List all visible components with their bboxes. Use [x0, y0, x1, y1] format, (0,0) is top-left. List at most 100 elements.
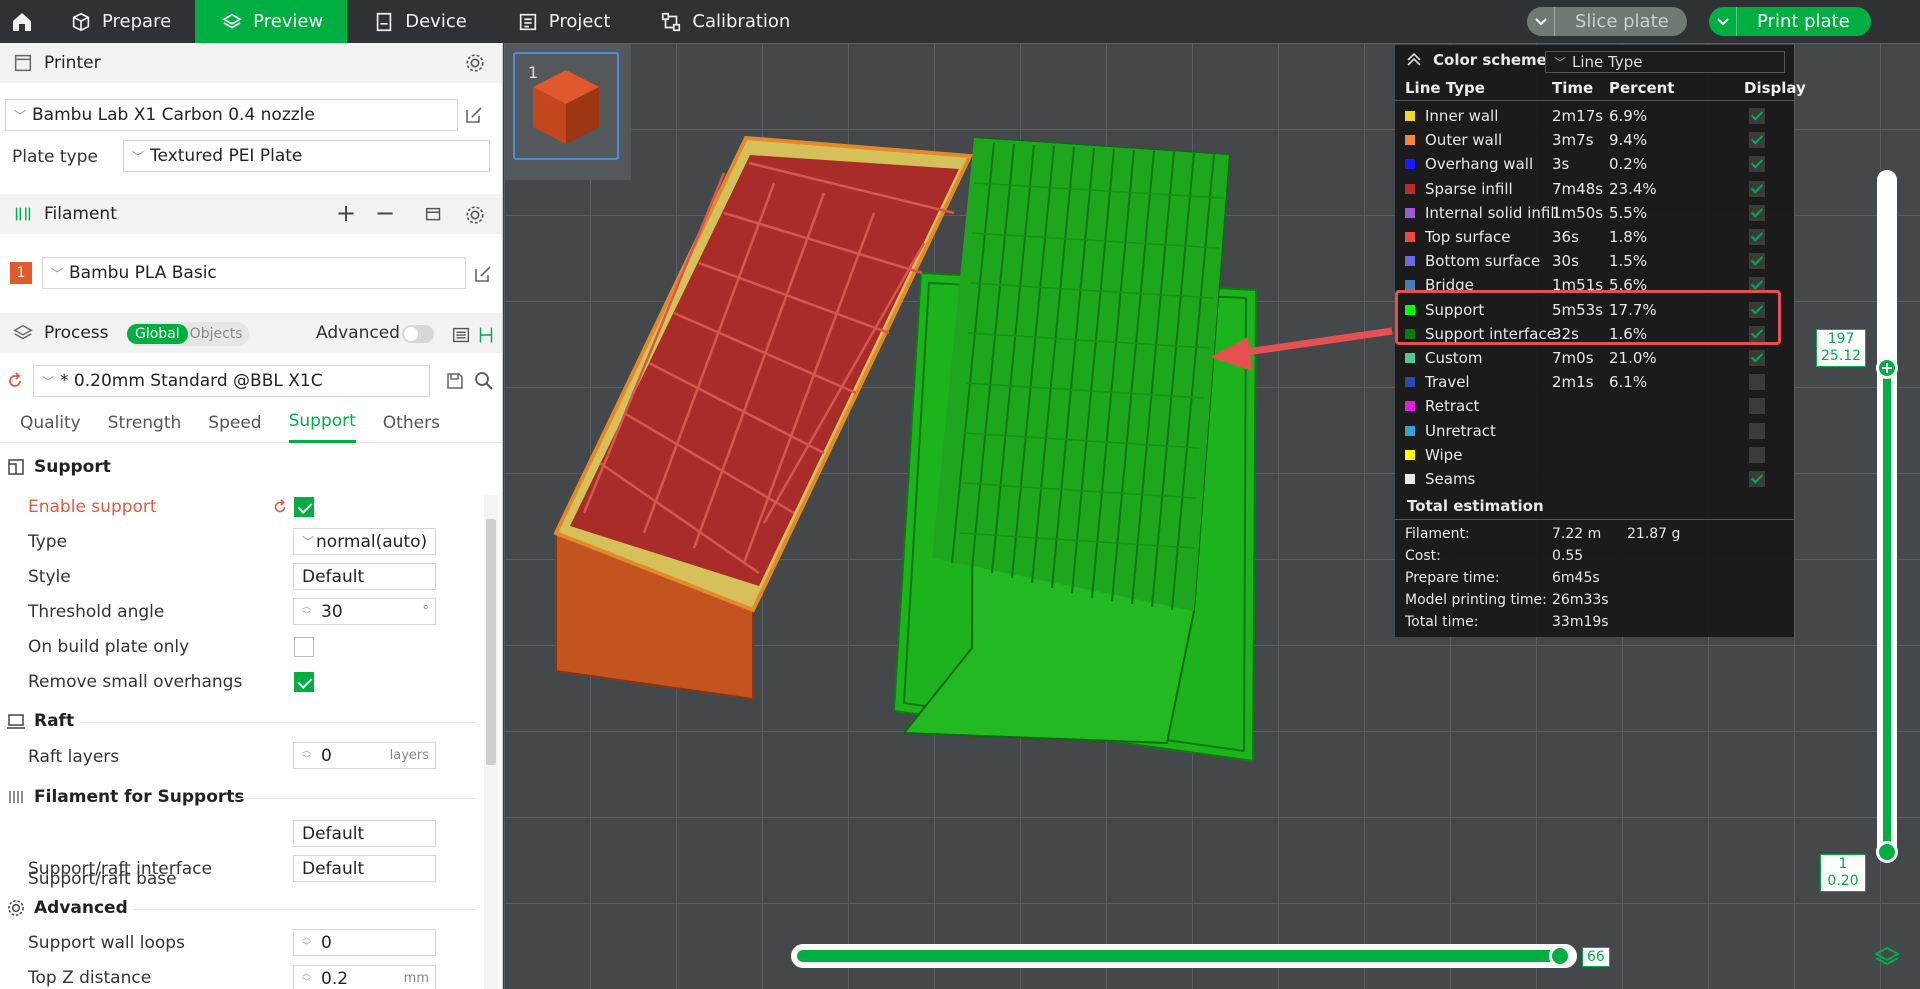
- top-z-distance-input[interactable]: ︿ ﹀ 0.2 mm: [293, 965, 436, 989]
- add-filament-button[interactable]: +: [336, 199, 356, 227]
- tab-device[interactable]: Device: [347, 0, 491, 43]
- plate-type-select[interactable]: ﹀ Textured PEI Plate: [123, 140, 490, 172]
- tab-preview[interactable]: Preview: [195, 0, 348, 43]
- edit-printer-icon[interactable]: [464, 105, 484, 125]
- reset-option-icon[interactable]: [271, 498, 289, 516]
- device-icon: [376, 12, 392, 31]
- tab-prepare[interactable]: Prepare: [44, 0, 195, 43]
- support-raft-interface-select[interactable]: Default: [293, 855, 436, 882]
- advanced-toggle[interactable]: [402, 325, 434, 343]
- chevron-down-icon: ﹀: [1554, 55, 1567, 70]
- global-objects-toggle[interactable]: Global Objects: [127, 322, 249, 346]
- support-raft-base-select[interactable]: Default: [293, 820, 436, 847]
- line-type-time: 7m0s: [1552, 349, 1594, 367]
- tab-others[interactable]: Others: [383, 403, 440, 443]
- tab-project[interactable]: Project: [491, 0, 635, 43]
- display-checkbox[interactable]: [1749, 229, 1765, 245]
- build-plate-only-checkbox[interactable]: [294, 637, 314, 657]
- threshold-angle-input[interactable]: ︿ ﹀ 30 °: [293, 598, 436, 625]
- color-swatch: [1405, 353, 1415, 363]
- col-time: Time: [1552, 79, 1594, 97]
- support-style-select[interactable]: Default: [293, 563, 436, 590]
- print-dropdown-icon[interactable]: [1709, 7, 1737, 36]
- support-type-select[interactable]: ﹀ normal(auto): [293, 528, 436, 555]
- list-view-icon[interactable]: [450, 324, 472, 346]
- stepper-arrows-icon[interactable]: ︿ ﹀: [302, 602, 311, 621]
- layer-slider-top-handle[interactable]: [1876, 357, 1898, 379]
- line-type-name: Retract: [1425, 397, 1480, 416]
- support-rows-highlight: [1395, 290, 1781, 345]
- edit-filament-icon[interactable]: [473, 264, 493, 284]
- color-swatch: [1405, 207, 1415, 218]
- chevron-down-icon: ﹀: [51, 266, 64, 281]
- tab-calibration[interactable]: Calibration: [634, 0, 814, 43]
- support-wall-loops-value: 0: [321, 932, 332, 953]
- tab-strength[interactable]: Strength: [108, 403, 182, 443]
- stepper-arrows-icon[interactable]: ︿ ﹀: [302, 933, 311, 952]
- save-preset-icon[interactable]: [445, 371, 465, 391]
- legend-row-custom: Custom 7m0s 21.0%: [1395, 346, 1794, 370]
- filament-supports-icon: [9, 791, 23, 803]
- tab-quality[interactable]: Quality: [20, 403, 81, 443]
- settings-scrollbar[interactable]: [484, 495, 498, 989]
- objects-toggle-option[interactable]: Objects: [188, 326, 243, 342]
- stepper-arrows-icon[interactable]: ︿ ﹀: [302, 969, 311, 988]
- total-time-label: Total time:: [1405, 614, 1479, 630]
- filament-sync-icon[interactable]: [423, 204, 445, 226]
- slice-dropdown-icon[interactable]: [1527, 7, 1555, 36]
- filament-select[interactable]: ﹀ Bambu PLA Basic: [42, 257, 466, 289]
- display-checkbox[interactable]: [1749, 398, 1765, 415]
- move-slider-handle[interactable]: [1549, 945, 1571, 967]
- stepper-arrows-icon[interactable]: ︿ ﹀: [302, 746, 311, 765]
- display-checkbox[interactable]: [1749, 253, 1765, 270]
- layer-slider-bottom-handle[interactable]: [1876, 841, 1898, 863]
- annotation-arrow: [1210, 327, 1393, 371]
- color-swatch: [1405, 159, 1415, 170]
- support-style-value: Default: [302, 566, 365, 587]
- raft-layers-input[interactable]: ︿ ﹀ 0 layers: [293, 742, 436, 769]
- slice-plate-button[interactable]: Slice plate: [1527, 7, 1687, 36]
- display-checkbox[interactable]: [1749, 471, 1765, 487]
- support-wall-loops-input[interactable]: ︿ ﹀ 0: [293, 929, 436, 956]
- filament-settings-gear-icon[interactable]: [464, 204, 486, 226]
- remove-small-overhangs-checkbox[interactable]: [294, 672, 314, 692]
- display-checkbox[interactable]: [1749, 374, 1765, 391]
- remove-filament-button[interactable]: −: [375, 199, 395, 227]
- layers-toggle-icon[interactable]: [1874, 946, 1900, 968]
- legend-row-outer-wall: Outer wall 3m7s 9.4%: [1395, 128, 1794, 152]
- slice-plate-label: Slice plate: [1575, 11, 1669, 32]
- compare-icon[interactable]: [475, 324, 497, 346]
- total-time-value: 33m19s: [1552, 614, 1609, 630]
- display-checkbox[interactable]: [1749, 108, 1765, 124]
- display-checkbox[interactable]: [1749, 204, 1765, 221]
- model-time-label: Model printing time:: [1405, 592, 1547, 608]
- home-button[interactable]: [0, 0, 44, 43]
- collapse-icon[interactable]: [1407, 53, 1421, 67]
- plate-thumbnail[interactable]: [505, 44, 631, 180]
- display-checkbox[interactable]: [1749, 446, 1765, 463]
- display-checkbox[interactable]: [1749, 180, 1765, 197]
- color-swatch: [1405, 183, 1415, 194]
- reset-icon[interactable]: [5, 371, 25, 391]
- print-plate-button[interactable]: Print plate: [1709, 7, 1871, 36]
- process-preset-select[interactable]: ﹀ * 0.20mm Standard @BBL X1C: [33, 365, 430, 397]
- display-checkbox[interactable]: [1749, 132, 1765, 149]
- display-checkbox[interactable]: [1749, 156, 1765, 173]
- settings-scrollbar-thumb[interactable]: [486, 519, 496, 765]
- printer-title: Printer: [44, 53, 101, 73]
- line-type-name: Internal solid infill: [1425, 203, 1559, 222]
- tab-speed[interactable]: Speed: [208, 403, 261, 443]
- display-checkbox[interactable]: [1749, 422, 1765, 439]
- tab-support[interactable]: Support: [288, 403, 356, 443]
- enable-support-checkbox[interactable]: [294, 497, 314, 517]
- display-checkbox[interactable]: [1749, 350, 1765, 366]
- filament-slot-badge[interactable]: 1: [10, 262, 32, 284]
- cost-label: Cost:: [1405, 548, 1441, 564]
- global-toggle-option[interactable]: Global: [127, 324, 188, 344]
- search-icon[interactable]: [474, 371, 494, 391]
- color-scheme-select[interactable]: ﹀ Line Type: [1545, 51, 1785, 73]
- cost-value: 0.55: [1552, 548, 1584, 564]
- printer-model-select[interactable]: ﹀ Bambu Lab X1 Carbon 0.4 nozzle: [5, 99, 458, 131]
- filament-label: Filament:: [1405, 526, 1470, 542]
- printer-settings-gear-icon[interactable]: [464, 52, 486, 74]
